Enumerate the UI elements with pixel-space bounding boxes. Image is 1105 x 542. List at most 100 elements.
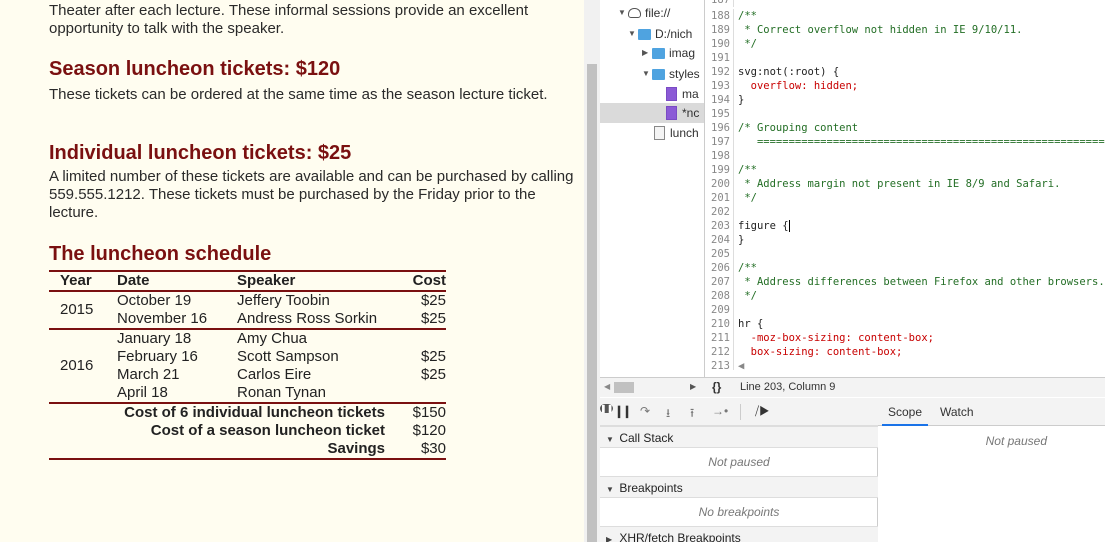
line-number: 207 [706,275,734,289]
call-stack-section-header[interactable]: ▼ Call Stack [600,426,878,448]
step-out-icon[interactable]: ⭱ [690,404,694,425]
triangle-down-icon: ▼ [642,69,650,78]
folder-icon [652,47,665,59]
year-cell: 2016 [60,357,94,374]
scroll-right-icon[interactable]: ▶ [690,382,696,391]
scroll-left-icon[interactable]: ◀ [604,382,610,391]
line-number: 191 [706,51,734,65]
css-file-icon [666,87,677,101]
code-line: 201 */ [706,191,1105,205]
triangle-down-icon: ▼ [618,8,626,17]
pause-icon[interactable]: ❙❙ [614,404,632,418]
tab-watch[interactable]: Watch [934,398,980,426]
tree-item-folder-root[interactable]: ▼ D:/nich [628,24,692,44]
cost-cell: $25 [420,292,446,309]
tree-item-file-normalize-css[interactable]: *nc [600,103,704,123]
code-line: 200 * Address margin not present in IE 8… [706,177,1105,191]
code-line: 187 [706,0,1105,7]
code-text: */ [738,192,757,204]
breakpoints-section-header[interactable]: ▼ Breakpoints [600,476,878,498]
code-text: */ [738,38,757,50]
code-editor[interactable]: 187 188 /** 189 * Correct overflow not hi… [706,0,1105,370]
code-text: * Address margin not present in IE 8/9 a… [738,178,1061,190]
cost-cell [407,384,446,403]
line-number: 206 [706,261,734,275]
step-over-icon[interactable]: ↷ [640,404,650,418]
code-text: /** [738,262,757,274]
scroll-left-icon[interactable]: ◀ [734,360,744,370]
tree-item-label: D:/nich [655,27,693,41]
footer-label: Cost of a season luncheon ticket [150,422,385,439]
luncheon-schedule-table: Year Date Speaker Cost 2015 October 19 J… [49,270,446,460]
pause-on-exceptions-icon[interactable]: ❚❚ [600,404,614,413]
triangle-right-icon: ▶ [642,48,649,57]
tree-item-folder-styles[interactable]: ▼ styles [642,64,700,84]
line-number: 203 [706,219,734,233]
scope-empty-message: Not paused [985,434,1047,448]
line-number: 200 [706,177,734,191]
breakpoints-empty-message: No breakpoints [698,505,780,519]
debugger-toolbar: ❙❙ ↷ ⭳ ⭱ →• ⧸▶ ❚❚ [600,398,878,426]
folder-icon [652,68,665,80]
code-text: } [738,94,745,106]
line-number: 199 [706,163,734,177]
code-line: 191 [706,51,1105,65]
date-cell: March 21 [117,366,180,383]
step-into-icon[interactable]: ⭳ [666,404,670,425]
column-header-cost: Cost [412,272,446,289]
code-text: * Correct overflow not hidden in IE 9/10… [738,24,1023,36]
sources-status-bar: ◀ ▶ {} Line 203, Column 9 [600,377,1105,397]
code-line: 208 */ [706,289,1105,303]
tab-scope[interactable]: Scope [882,398,929,426]
column-header-speaker: Speaker [237,272,296,289]
devtools-panel: ▼ file:// ▼ D:/nich ▶ imag ▼ styles ma *… [600,0,1105,542]
pretty-print-icon[interactable]: {} [712,380,721,394]
line-number: 198 [706,149,734,163]
deactivate-breakpoints-icon[interactable]: ⧸▶ [755,404,770,419]
column-header-year: Year [60,272,92,289]
tree-item-folder-images[interactable]: ▶ imag [642,43,695,63]
debugger-sidebar: ▼ Call Stack Not paused ▼ Breakpoints No… [600,426,878,542]
footer-label: Savings [49,440,407,460]
code-line: 213 ◀ [706,359,1105,370]
section-title: Breakpoints [619,481,683,495]
year-group-2016: 2016 January 18 Amy Chua February 16 Sco… [49,329,446,403]
cost-cell [407,329,446,348]
web-page-content: Theater after each lecture. These inform… [0,0,584,542]
line-number: 192 [706,65,734,79]
code-text: box-sizing: content-box; [738,346,903,358]
code-line: 205 [706,247,1105,261]
luncheon-schedule-heading: The luncheon schedule [49,243,272,265]
page-vertical-scrollbar[interactable] [584,0,600,542]
season-luncheon-paragraph: These tickets can be ordered at the same… [49,86,548,103]
tree-item-origin[interactable]: ▼ file:// [618,3,670,23]
code-line: 188 /** [706,9,1105,23]
call-stack-empty-message: Not paused [708,455,770,469]
code-line: 209 [706,303,1105,317]
line-number: 187 [706,0,734,7]
code-text: overflow: hidden; [738,80,859,92]
page-scrollbar-thumb[interactable] [587,64,597,542]
code-text: -moz-box-sizing: content-box; [738,332,934,344]
line-number: 211 [706,331,734,345]
tree-item-file-main-css[interactable]: ma [666,84,699,104]
step-icon[interactable]: →• [712,404,728,418]
cloud-icon [628,8,641,18]
sources-navigator: ▼ file:// ▼ D:/nich ▶ imag ▼ styles ma *… [600,0,705,377]
code-line: 197 ====================================… [706,135,1105,149]
xhr-breakpoints-section-header[interactable]: ▶ XHR/fetch Breakpoints [600,526,878,542]
line-number: 205 [706,247,734,261]
navigator-scrollbar-thumb[interactable] [614,382,634,393]
code-line: 204} [706,233,1105,247]
code-line: 192 svg:not(:root) { [706,65,1105,79]
tree-item-file-luncheons-html[interactable]: lunch [654,123,699,143]
code-line: 194} [706,93,1105,107]
individual-luncheon-heading: Individual luncheon tickets: $25 [49,142,352,164]
code-text: figure { [738,220,789,232]
line-number: 196 [706,121,734,135]
year-cell: 2015 [60,301,94,318]
speaker-cell: Carlos Eire [237,366,312,383]
